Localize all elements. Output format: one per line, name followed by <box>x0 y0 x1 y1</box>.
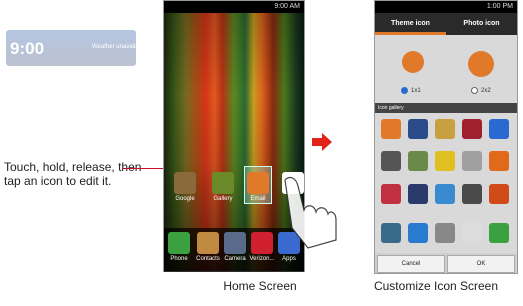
status-bar: 1:00 PM <box>375 1 517 13</box>
caption-customize-icon-screen: Customize Icon Screen <box>373 279 499 293</box>
callout-text: Touch, hold, release, then tap an icon t… <box>4 160 142 188</box>
mic-icon[interactable] <box>124 92 129 102</box>
gallery-building-icon[interactable] <box>408 151 428 171</box>
gallery-icon <box>212 172 234 194</box>
gallery-card-icon[interactable] <box>435 119 455 139</box>
gallery-rss-icon[interactable] <box>489 151 509 171</box>
dock-phone[interactable]: Phone <box>166 232 192 262</box>
ok-button[interactable]: OK <box>447 255 515 273</box>
gallery-clock-icon[interactable] <box>489 184 509 204</box>
app-gallery[interactable]: Gallery <box>210 172 236 202</box>
gallery-browser-icon[interactable] <box>489 119 509 139</box>
clock-time: 9:00 <box>10 39 45 58</box>
gallery-game-icon[interactable] <box>381 151 401 171</box>
email-icon <box>402 51 424 73</box>
cancel-button[interactable]: Cancel <box>377 255 445 273</box>
radio-selected-icon <box>401 87 408 94</box>
gallery-folder-icon[interactable] <box>435 223 455 243</box>
tab-theme-icon[interactable]: Theme icon <box>375 13 446 35</box>
camera-icon <box>224 232 246 254</box>
customize-icon-phone: 1:00 PM Theme icon Photo icon 1x1 2x2 Ic… <box>374 0 518 274</box>
tab-photo-icon[interactable]: Photo icon <box>446 13 517 35</box>
google-folder-icon <box>174 172 196 194</box>
dock-contacts[interactable]: Contacts <box>195 232 221 262</box>
gallery-network-icon[interactable] <box>435 184 455 204</box>
app-email[interactable]: Email <box>245 172 271 202</box>
search-label: Google <box>10 93 33 100</box>
dock-camera[interactable]: Camera <box>222 232 248 262</box>
gallery-chat-icon[interactable] <box>435 151 455 171</box>
gallery-phone-icon[interactable] <box>489 223 509 243</box>
email-icon <box>247 172 269 194</box>
size-preview-1x1 <box>393 51 433 73</box>
gallery-dining-icon[interactable] <box>462 151 482 171</box>
phone-icon <box>168 232 190 254</box>
contacts-icon <box>197 232 219 254</box>
icon-gallery-header: Icon gallery <box>375 103 517 113</box>
app-google[interactable]: Google <box>172 172 198 202</box>
gallery-screen-icon[interactable] <box>408 184 428 204</box>
size-preview-2x2 <box>461 51 501 77</box>
status-bar: 9:00 AM <box>164 1 304 13</box>
radio-1x1[interactable]: 1x1 <box>401 87 421 94</box>
gallery-email-icon[interactable] <box>381 119 401 139</box>
messaging-icon <box>251 232 273 254</box>
radio-2x2[interactable]: 2x2 <box>471 87 491 94</box>
gallery-tv-icon[interactable] <box>408 119 428 139</box>
email-icon <box>468 51 494 77</box>
gallery-globe-icon[interactable] <box>408 223 428 243</box>
hand-pointer-illustration <box>284 176 337 249</box>
weather-text: Weather unavailable <box>92 44 147 50</box>
gallery-dictionary-icon[interactable] <box>462 119 482 139</box>
gallery-calendar-icon[interactable] <box>462 223 482 243</box>
gallery-search-icon[interactable] <box>381 184 401 204</box>
dialog-buttons: Cancel OK <box>375 253 517 273</box>
gallery-photo-icon[interactable] <box>381 223 401 243</box>
radio-unselected-icon <box>471 87 478 94</box>
caption-home-screen: Home Screen <box>223 279 297 293</box>
gallery-video-icon[interactable] <box>462 184 482 204</box>
icon-tabs: Theme icon Photo icon <box>375 13 517 35</box>
dock-messaging[interactable]: Verizon... <box>249 232 275 262</box>
